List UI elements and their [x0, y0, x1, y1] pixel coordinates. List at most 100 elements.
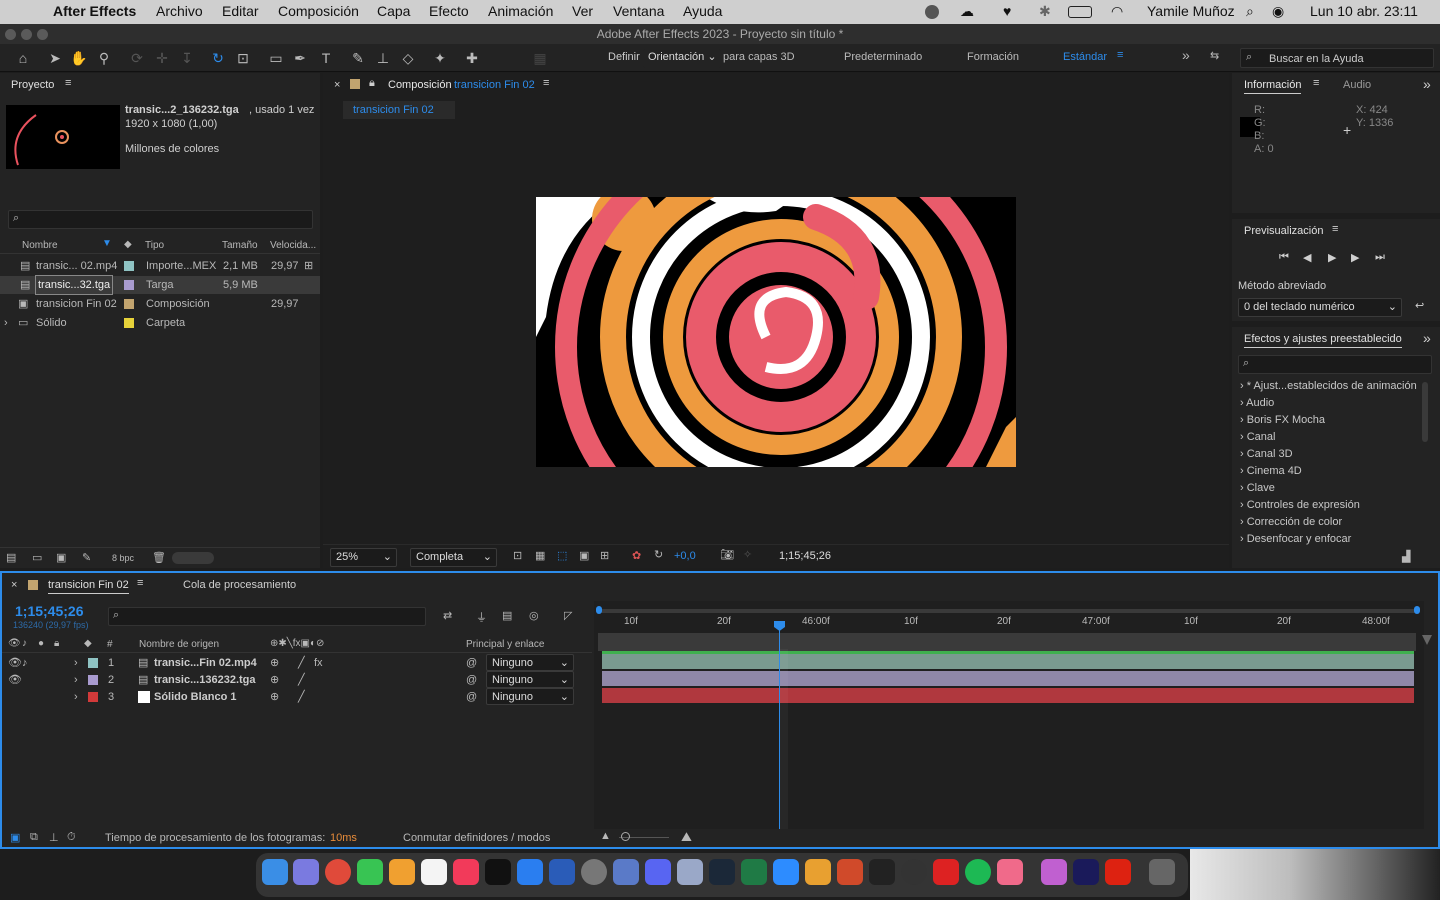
toggle-switches-modes[interactable]: Conmutar definidores / modos — [403, 832, 550, 844]
menu-ventana[interactable]: Ventana — [613, 3, 664, 19]
menu-composicion[interactable]: Composición — [278, 3, 359, 19]
parent-dropdown[interactable]: Ninguno ⌄ — [486, 688, 574, 705]
effects-category[interactable]: › Boris FX Mocha — [1240, 414, 1325, 426]
new-folder-icon[interactable]: ▭ — [32, 551, 42, 564]
eye-icon[interactable]: 👁︎ — [8, 654, 22, 672]
calendar-icon[interactable] — [421, 859, 447, 885]
bluetooth-icon[interactable]: ✱ — [1039, 3, 1051, 20]
menu-ayuda[interactable]: Ayuda — [683, 3, 722, 19]
in-out-icon[interactable]: ⊥ — [49, 831, 59, 844]
layer-bar-3[interactable] — [602, 688, 1414, 703]
draft-3d-icon[interactable]: ⏚ — [476, 609, 487, 625]
more-workspaces-icon[interactable]: » — [1182, 47, 1190, 63]
close-tab-icon[interactable]: × — [334, 79, 340, 91]
comp-tab-name[interactable]: transicion Fin 02 — [454, 79, 535, 91]
menu-efecto[interactable]: Efecto — [429, 3, 469, 19]
timeline-search-input[interactable]: ⌕ — [108, 607, 426, 626]
lock-icon[interactable]: 🔒︎ — [369, 77, 375, 90]
zoom-dropdown[interactable]: 25% ⌄ — [330, 548, 397, 567]
render-time-icon[interactable]: ⏱ — [67, 831, 76, 844]
apple-tv-icon[interactable] — [485, 859, 511, 885]
menu-user[interactable]: Yamile Muñoz — [1147, 3, 1235, 19]
discord-icon[interactable] — [645, 859, 671, 885]
project-search-input[interactable]: ⌕ — [8, 210, 313, 229]
show-snapshot-icon[interactable]: ✧ — [743, 548, 752, 561]
rotate-tool-icon[interactable]: ↻ — [208, 48, 228, 68]
work-area-bar[interactable] — [598, 609, 1418, 613]
col-size[interactable]: Tamaño — [222, 240, 258, 251]
pan-camera-icon[interactable]: ✛ — [152, 48, 172, 68]
workspace-estandar[interactable]: Estándar — [1063, 51, 1107, 63]
col-name[interactable]: Nombre — [22, 240, 58, 251]
workspace-menu-icon[interactable]: ≡ — [1117, 49, 1123, 61]
col-source-name[interactable]: Nombre de origen — [139, 639, 219, 650]
system-settings-icon[interactable] — [581, 859, 607, 885]
graph-editor-icon[interactable]: ◸ — [564, 609, 572, 622]
brush-tool-icon[interactable]: ✎ — [348, 48, 368, 68]
motion-blur-icon[interactable]: ◎ — [529, 609, 539, 622]
effects-category[interactable]: › Desenfocar y enfocar — [1240, 533, 1351, 545]
effects-tab[interactable]: Efectos y ajustes preestablecido — [1244, 333, 1402, 348]
label-color[interactable] — [88, 658, 98, 668]
heart-icon[interactable]: ♥ — [1003, 3, 1011, 19]
project-item-row[interactable]: ▣ transicion Fin 02 Composición 29,97 — [0, 295, 320, 313]
menu-app-name[interactable]: After Effects — [53, 3, 136, 19]
preview-tab[interactable]: Previsualización — [1244, 225, 1323, 237]
playhead-line[interactable] — [779, 621, 780, 829]
comp-timecode[interactable]: 1;15;45;26 — [779, 550, 831, 562]
grid-icon[interactable]: ⊞ — [600, 549, 609, 562]
speaker-icon[interactable]: ♪ — [22, 654, 28, 672]
roto-brush-icon[interactable]: ✦ — [430, 48, 450, 68]
acrobat-reader-icon[interactable] — [997, 859, 1023, 885]
menu-datetime[interactable]: Lun 10 abr. 23:11 — [1310, 3, 1418, 19]
first-frame-icon[interactable]: ⏮ — [1279, 251, 1289, 264]
method-dropdown[interactable]: 0 del teclado numérico ⌄ — [1238, 298, 1402, 317]
playhead-handle[interactable] — [774, 621, 785, 631]
render-queue-tab[interactable]: Cola de procesamiento — [183, 579, 296, 591]
adobe-acrobat-icon[interactable] — [1105, 859, 1131, 885]
selection-tool-icon[interactable]: ➤ — [45, 48, 65, 68]
eraser-tool-icon[interactable]: ◇ — [398, 48, 418, 68]
timeline-timecode[interactable]: 1;15;45;26 — [15, 603, 84, 619]
project-scrollbar[interactable] — [172, 552, 214, 564]
effects-category[interactable]: › Clave — [1240, 482, 1275, 494]
menu-ver[interactable]: Ver — [572, 3, 593, 19]
layer-row[interactable]: 👁︎ › 2 ▤ transic...136232.tga ⊕ ╱ @ Ning… — [2, 671, 592, 689]
hand-tool-icon[interactable]: ✋ — [69, 48, 89, 68]
last-frame-icon[interactable]: ⏭ — [1375, 251, 1385, 264]
quicktime-icon[interactable] — [613, 859, 639, 885]
comp-subtab[interactable]: transicion Fin 02 — [343, 101, 455, 119]
word-icon[interactable] — [549, 859, 575, 885]
bpc-button[interactable]: 8 bpc — [112, 553, 134, 563]
zoom-slider-thumb[interactable] — [621, 832, 630, 841]
label-tag-icon[interactable]: ◆ — [84, 638, 92, 649]
parent-dropdown[interactable]: Ninguno ⌄ — [486, 671, 574, 688]
effects-category[interactable]: › Audio — [1240, 397, 1274, 409]
preview-app-icon[interactable] — [677, 859, 703, 885]
speaker-icon[interactable]: ♪ — [22, 638, 27, 649]
more-panels-icon[interactable]: » — [1423, 76, 1431, 92]
powerpoint-icon[interactable] — [837, 859, 863, 885]
new-composition-icon[interactable]: ▣ — [56, 551, 66, 564]
menu-editar[interactable]: Editar — [222, 3, 259, 19]
game-app-icon[interactable] — [805, 859, 831, 885]
snap-icon[interactable]: ▦ — [530, 48, 550, 68]
quality-dropdown[interactable]: Completa ⌄ — [410, 548, 497, 567]
pen-tool-icon[interactable]: ✒ — [290, 48, 310, 68]
layer-name[interactable]: transic...136232.tga — [154, 671, 256, 689]
close-window-button[interactable] — [5, 29, 16, 40]
lock-icon[interactable]: 🔒︎ — [54, 638, 59, 649]
layer-switches-icon[interactable]: ▣ — [10, 831, 20, 844]
next-frame-icon[interactable]: ▶ — [1351, 251, 1359, 264]
steam-icon[interactable] — [709, 859, 735, 885]
eye-icon[interactable]: 👁︎ — [8, 671, 22, 689]
layer-bar-1[interactable] — [602, 654, 1414, 669]
puppet-pin-icon[interactable]: ✚ — [462, 48, 482, 68]
photo-booth-icon[interactable] — [933, 859, 959, 885]
eye-icon[interactable]: 👁︎ — [8, 638, 21, 649]
chevron-right-icon[interactable]: › — [4, 314, 8, 332]
panel-layout-icon[interactable]: ⇆ — [1210, 49, 1219, 62]
new-bin-icon[interactable]: ▟ — [1402, 550, 1410, 563]
solo-icon[interactable]: ● — [38, 638, 44, 649]
chevron-right-icon[interactable]: › — [74, 688, 78, 706]
